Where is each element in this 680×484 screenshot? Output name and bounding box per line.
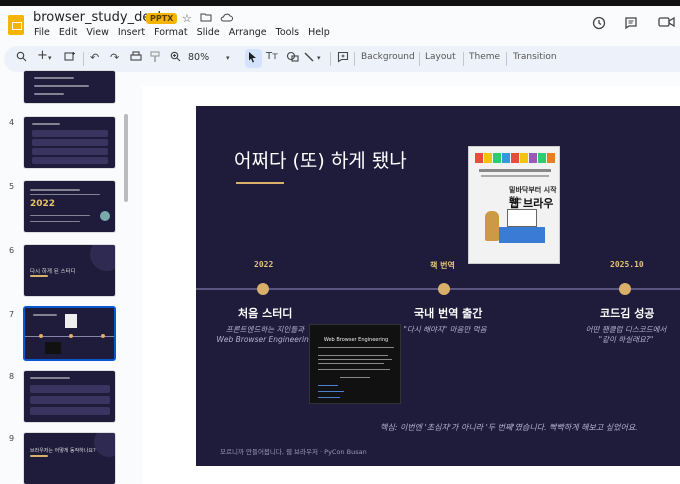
title-underline: [236, 182, 284, 184]
zoom-icon[interactable]: [170, 51, 181, 65]
slide-thumbnail[interactable]: 브라우저는 어떻게 동작하나요?: [23, 432, 116, 484]
cursor-icon[interactable]: [248, 51, 258, 66]
transition-button[interactable]: Transition: [513, 52, 557, 62]
chevron-down-icon[interactable]: ▾: [48, 54, 52, 62]
slide-thumbnail-title: 브라우저는 어떻게 동작하나요?: [30, 448, 96, 454]
slide-thumbnail[interactable]: [23, 116, 116, 169]
timeline-caption: "다시 해야지" 마음만 먹음: [403, 325, 487, 334]
menu-arrange[interactable]: Arrange: [229, 27, 267, 38]
text-box-icon[interactable]: Tт: [266, 51, 278, 62]
screenshot-title: Web Browser Engineering: [323, 337, 389, 343]
star-icon[interactable]: ☆: [182, 12, 192, 25]
video-icon[interactable]: [658, 16, 676, 32]
toolbar-divider: [463, 52, 464, 66]
timeline-year: 2025.10: [610, 260, 644, 269]
slide-number: 9: [9, 434, 15, 443]
background-button[interactable]: Background: [361, 52, 415, 62]
timeline-dot: [619, 283, 631, 295]
slide-number: 5: [9, 182, 15, 191]
slide-number: 7: [9, 310, 15, 319]
toolbar-divider: [354, 52, 355, 66]
redo-icon[interactable]: ↷: [110, 51, 119, 64]
slide-thumbnail[interactable]: 2022: [23, 180, 116, 233]
undo-icon[interactable]: ↶: [90, 51, 99, 64]
filmstrip-scrollbar[interactable]: [124, 114, 128, 202]
timeline-dot: [257, 283, 269, 295]
line-dropdown-icon[interactable]: ▾: [317, 54, 321, 62]
folder-icon[interactable]: [200, 12, 212, 25]
theme-button[interactable]: Theme: [469, 52, 500, 62]
menu-tools[interactable]: Tools: [276, 27, 299, 38]
toolbar-divider: [330, 52, 331, 66]
timeline-event: 코드김 성공: [600, 307, 655, 320]
timeline-caption: Web Browser Engineering: [216, 335, 314, 344]
line-icon[interactable]: [303, 51, 315, 66]
timeline-year: 2022: [254, 260, 274, 269]
paint-format-icon[interactable]: [150, 51, 160, 66]
new-slide-icon[interactable]: +: [37, 48, 48, 63]
slide-thumbnail-title: 다시 하게 된 스터디: [30, 269, 76, 275]
speaker-note-text: 핵심: 이번엔 '초심자'가 아니라 '두 번째'였습니다. 빡빡하게 해보고 …: [380, 423, 638, 432]
comment-icon[interactable]: [624, 16, 638, 34]
slide-number: 8: [9, 372, 15, 381]
menu-help[interactable]: Help: [308, 27, 330, 38]
slide-thumbnail[interactable]: [23, 370, 116, 423]
menu-insert[interactable]: Insert: [118, 27, 145, 38]
menu-edit[interactable]: Edit: [59, 27, 77, 38]
timeline-caption: "같이 하실래요?": [598, 335, 654, 344]
slide-thumbnail[interactable]: 다시 하게 된 스터디: [23, 244, 116, 297]
timeline-caption: 프론트엔드하는 지인들과: [225, 325, 305, 334]
toolbar: + ▾ ↶ ↷ 80% ▾ Tт ▾ Background Layout The…: [4, 46, 680, 72]
file-format-badge: PPTX: [146, 13, 178, 24]
slide-number: 6: [9, 246, 15, 255]
slide-thumbnail-year: 2022: [30, 199, 56, 209]
new-slide-layout-icon[interactable]: [64, 51, 76, 65]
toolbar-divider: [83, 52, 84, 66]
website-screenshot-image[interactable]: Web Browser Engineering: [309, 324, 401, 404]
slide-title: 어쩌다 (또) 하게 됐나: [234, 150, 407, 172]
menu-format[interactable]: Format: [154, 27, 187, 38]
toolbar-divider: [419, 52, 420, 66]
slide-thumbnail[interactable]: [23, 70, 116, 104]
slide-filmstrip: 4 5 2022 6 다시 하게 된 스터디 7 8 9 브라우저는 어떻게 동…: [0, 70, 128, 484]
slide-footer: 모르니까 만들어봅니다, 웹 브라우저 · PyCon Busan: [220, 448, 367, 456]
menu-bar: File Edit View Insert Format Slide Arran…: [34, 27, 330, 38]
menu-view[interactable]: View: [86, 27, 109, 38]
timeline-dot: [438, 283, 450, 295]
zoom-dropdown-icon[interactable]: ▾: [226, 54, 230, 62]
slide-number: 4: [9, 118, 15, 127]
search-menus-icon[interactable]: [16, 51, 27, 65]
add-comment-icon[interactable]: [337, 51, 349, 66]
book-cover-image[interactable]: 밑바닥부터 시작하는 웹 브라우저: [468, 146, 560, 264]
menu-file[interactable]: File: [34, 27, 50, 38]
timeline-event: 국내 번역 출간: [414, 307, 483, 320]
print-icon[interactable]: [130, 51, 142, 65]
cloud-icon[interactable]: [220, 12, 233, 25]
menu-slide[interactable]: Slide: [197, 27, 220, 38]
slide-thumbnail-selected[interactable]: [23, 306, 116, 361]
app-header: browser_study_deck PPTX ☆ File Edit View…: [0, 6, 680, 42]
timeline-event: 처음 스터디: [238, 307, 293, 320]
zoom-level[interactable]: 80%: [188, 52, 209, 63]
toolbar-divider: [506, 52, 507, 66]
slides-logo[interactable]: [8, 15, 24, 35]
image-icon[interactable]: [286, 51, 299, 65]
history-icon[interactable]: [592, 16, 606, 34]
timeline-year: 책 번역: [430, 261, 455, 270]
current-slide[interactable]: 어쩌다 (또) 하게 됐나 밑바닥부터 시작하는 웹 브라우저 2022 책 번…: [196, 106, 680, 466]
layout-button[interactable]: Layout: [425, 52, 456, 62]
